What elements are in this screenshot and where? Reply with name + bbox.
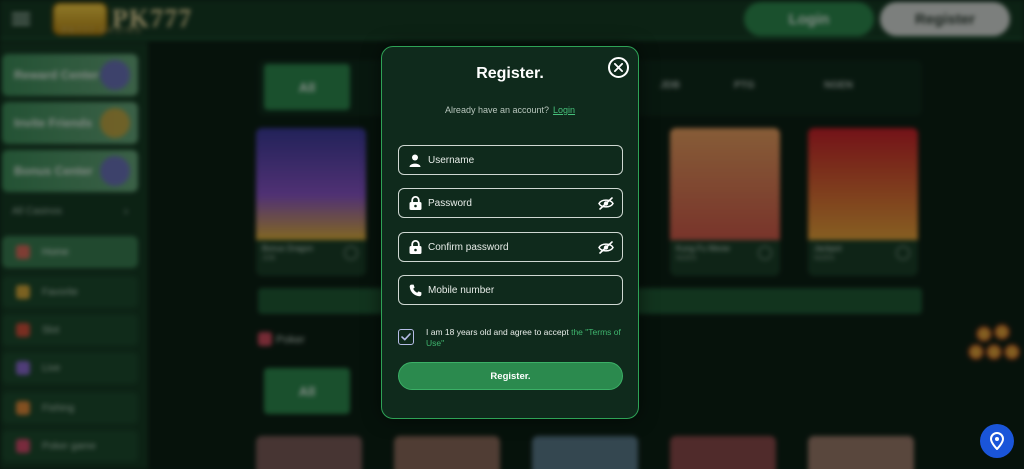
close-icon	[614, 63, 623, 72]
mobile-number-field[interactable]	[398, 275, 623, 305]
confirm-password-input[interactable]	[428, 233, 597, 261]
phone-icon	[407, 282, 423, 298]
map-pin-icon	[989, 432, 1005, 450]
agree-checkbox[interactable]	[398, 329, 414, 345]
check-icon	[401, 333, 411, 341]
modal-title: Register.	[476, 65, 544, 82]
password-field[interactable]	[398, 188, 623, 218]
mobile-number-input[interactable]	[428, 276, 622, 304]
username-field[interactable]	[398, 145, 623, 175]
have-account-row: Already have an account? Login	[382, 105, 638, 115]
eye-slash-icon[interactable]	[597, 196, 615, 210]
agree-label: I am 18 years old and agree to accept	[426, 327, 569, 337]
register-submit-button[interactable]: Register.	[398, 362, 623, 390]
close-button[interactable]	[608, 57, 629, 78]
location-help-button[interactable]	[980, 424, 1014, 458]
login-link[interactable]: Login	[553, 105, 575, 115]
register-modal: Register. Already have an account?Login	[381, 46, 639, 419]
confirm-password-field[interactable]	[398, 232, 623, 262]
lock-icon	[407, 239, 423, 255]
have-account-text: Already have an account?	[444, 105, 550, 115]
eye-slash-icon[interactable]	[597, 240, 615, 254]
user-icon	[407, 152, 423, 168]
lock-icon	[407, 195, 423, 211]
agree-text: I am 18 years old and agree to accept th…	[426, 327, 622, 349]
username-input[interactable]	[428, 146, 622, 174]
password-input[interactable]	[428, 189, 597, 217]
